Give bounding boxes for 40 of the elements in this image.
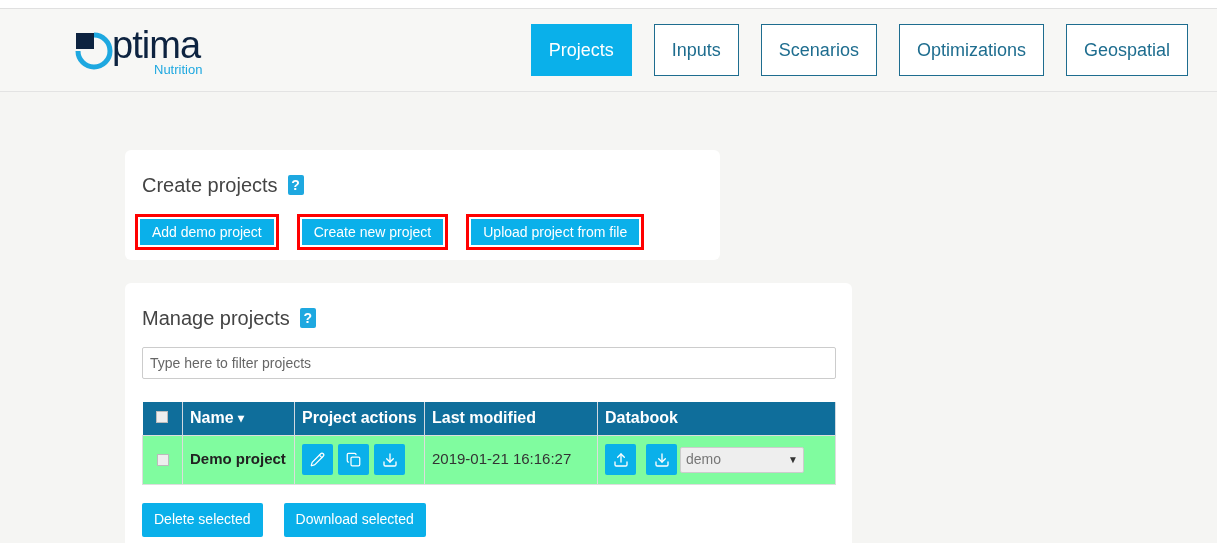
column-header: Project actions (302, 408, 417, 429)
databook-select[interactable]: demo ▼ (680, 446, 804, 473)
copy-icon (346, 452, 361, 467)
nav-tab[interactable]: Projects (530, 24, 632, 76)
table-action-button[interactable]: Delete selected (142, 502, 263, 537)
row-checkbox[interactable] (156, 453, 169, 466)
create-button[interactable]: Upload project from file (471, 219, 640, 245)
card-title: Manage projects (142, 306, 290, 331)
download-button[interactable] (646, 444, 677, 475)
logo-subtitle: Nutrition (154, 62, 203, 76)
download-icon (653, 451, 670, 468)
column-header: Databook (605, 408, 678, 429)
table-cell-text: Demo project (190, 449, 286, 470)
logo-title: ptima (112, 24, 201, 65)
row-background[interactable]: Demo project 2019-01-21 16:16:27 demo ▼ (142, 435, 836, 484)
nav-tab[interactable]: Geospatial (1065, 24, 1188, 76)
column-header: Last modified (432, 408, 536, 429)
copy-button[interactable] (338, 444, 369, 475)
table-action-button[interactable]: Download selected (283, 502, 426, 537)
card-title: Create projects (142, 173, 278, 198)
nav-tab[interactable]: Inputs (653, 24, 739, 76)
pencil-icon (310, 452, 325, 467)
create-button[interactable]: Add demo project (140, 219, 274, 245)
filter-field[interactable]: Type here to filter projects (142, 347, 836, 379)
sort-caret-icon: ▾ (237, 409, 244, 428)
upload-icon (612, 451, 629, 468)
help-icon[interactable]: ? (299, 308, 316, 328)
upload-button[interactable] (605, 444, 636, 475)
edit-button[interactable] (302, 444, 333, 475)
nav-tab[interactable]: Optimizations (898, 24, 1044, 76)
table-cell-text: 2019-01-21 16:16:27 (432, 449, 572, 470)
dropdown-caret-icon: ▼ (788, 452, 798, 467)
download-button[interactable] (374, 444, 405, 475)
nav-tab[interactable]: Scenarios (760, 24, 877, 76)
column-header[interactable]: Name (190, 406, 234, 431)
download-icon (381, 451, 398, 468)
select-all-checkbox[interactable] (156, 411, 169, 424)
help-icon[interactable]: ? (287, 175, 304, 195)
create-button[interactable]: Create new project (301, 219, 444, 245)
logo-ring-icon (74, 30, 114, 71)
